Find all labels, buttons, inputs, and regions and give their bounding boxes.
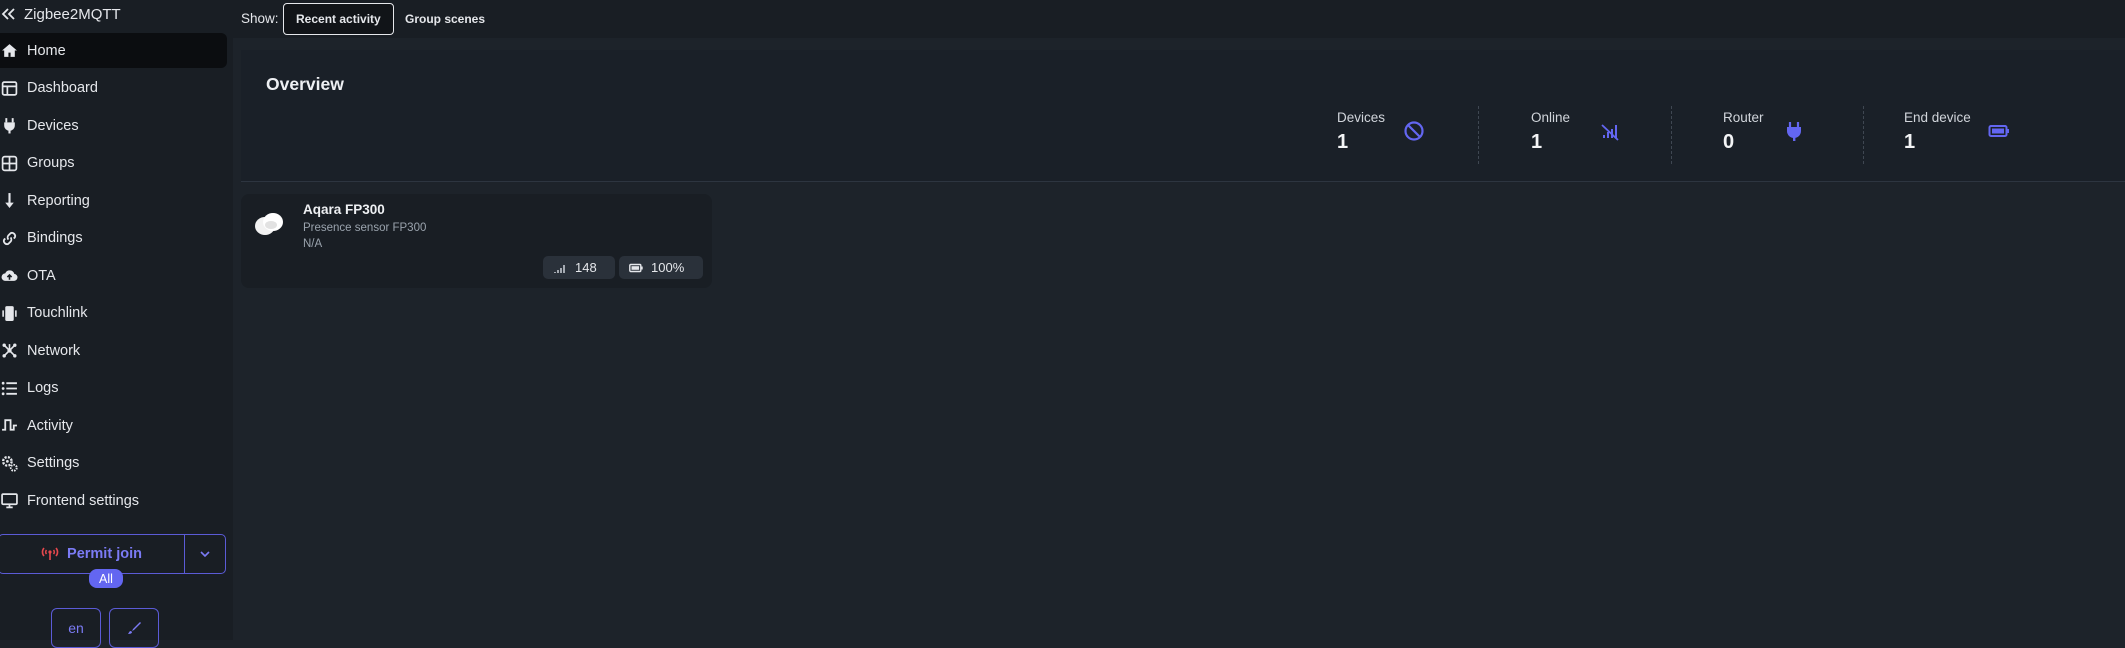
stat-value: 0 xyxy=(1723,131,1735,153)
sidebar-item-label: Touchlink xyxy=(27,305,88,321)
antenna-icon xyxy=(41,547,59,560)
sidebar-item-label: Reporting xyxy=(27,192,90,209)
signal-icon xyxy=(554,264,565,273)
permit-join-group: Permit join xyxy=(0,534,226,574)
sidebar-item-label: Logs xyxy=(27,380,59,396)
app-title: Zigbee2MQTT xyxy=(24,5,121,23)
sidebar-item-home[interactable]: Home xyxy=(0,33,227,68)
device-card[interactable]: Aqara FP300 Presence sensor FP300 N/A 14… xyxy=(241,194,712,288)
brush-icon xyxy=(128,622,141,634)
activity-icon xyxy=(0,416,19,435)
sidebar-item-label: Network xyxy=(27,342,81,359)
network-icon xyxy=(0,341,19,360)
gears-icon xyxy=(0,454,19,473)
sidebar-item-label: OTA xyxy=(27,267,56,284)
permit-join-button[interactable]: Permit join xyxy=(0,535,185,573)
sidebar-item-label: Bindings xyxy=(27,230,83,246)
sidebar-item-devices[interactable]: Devices xyxy=(0,108,227,143)
cloud-upload-icon xyxy=(0,266,19,285)
device-location: N/A xyxy=(303,238,323,250)
sidebar-nav: Home Dashboard Devices Groups Reporting … xyxy=(0,33,227,521)
groups-icon xyxy=(0,154,19,173)
chevron-down-icon xyxy=(200,551,210,558)
theme-button[interactable] xyxy=(109,608,159,648)
battery-icon xyxy=(1986,118,2012,144)
list-icon xyxy=(0,379,19,398)
stat-value: 1 xyxy=(1531,131,1543,153)
language-button[interactable]: en xyxy=(51,608,101,648)
lqi-badge: 148 xyxy=(543,256,615,279)
sidebar-item-label: Activity xyxy=(27,417,73,434)
collapse-icon[interactable] xyxy=(0,6,16,22)
dashboard-icon xyxy=(0,79,19,98)
sidebar-item-groups[interactable]: Groups xyxy=(0,146,227,181)
brand[interactable]: Zigbee2MQTT xyxy=(0,3,121,25)
sidebar-item-label: Dashboard xyxy=(27,80,98,96)
sidebar-item-touchlink[interactable]: Touchlink xyxy=(0,296,227,331)
top-bar xyxy=(233,0,2125,38)
lqi-value: 148 xyxy=(575,260,597,275)
device-image xyxy=(255,213,283,235)
permit-join-label: Permit join xyxy=(67,546,142,562)
sidebar-item-network[interactable]: Network xyxy=(0,333,227,368)
overview-panel: Overview Devices 1 Online 1 Router 0 End… xyxy=(241,50,2125,182)
sidebar-item-logs[interactable]: Logs xyxy=(0,371,227,406)
stat-label: Router xyxy=(1723,110,1764,125)
touchlink-icon xyxy=(0,304,19,323)
sidebar-item-activity[interactable]: Activity xyxy=(0,408,227,443)
overview-title: Overview xyxy=(266,74,344,94)
monitor-icon xyxy=(0,491,19,510)
sidebar-item-label: Frontend settings xyxy=(27,492,140,509)
home-icon xyxy=(0,41,19,60)
stat-divider xyxy=(1671,106,1672,164)
device-description: Presence sensor FP300 xyxy=(303,222,427,234)
sidebar-item-reporting[interactable]: Reporting xyxy=(0,183,227,218)
sidebar-item-frontend-settings[interactable]: Frontend settings xyxy=(0,483,227,518)
arrow-down-icon xyxy=(0,191,19,210)
sidebar-item-ota[interactable]: OTA xyxy=(0,258,227,293)
permit-target-badge: All xyxy=(89,569,123,588)
link-icon xyxy=(0,229,19,248)
sidebar: Zigbee2MQTT Home Dashboard Devices Group… xyxy=(0,0,233,648)
stat-divider xyxy=(1863,106,1864,164)
sidebar-item-label: Settings xyxy=(27,455,80,471)
stat-label: Devices xyxy=(1337,110,1386,125)
stat-label: End device xyxy=(1904,110,1971,125)
stat-label: Online xyxy=(1531,110,1571,125)
plug-icon xyxy=(0,116,19,135)
permit-join-dropdown[interactable] xyxy=(185,535,225,573)
signal-off-icon xyxy=(1597,118,1623,144)
battery-value: 100% xyxy=(651,260,685,275)
battery-icon xyxy=(629,263,643,272)
stat-divider xyxy=(1478,106,1479,164)
sidebar-item-dashboard[interactable]: Dashboard xyxy=(0,71,227,106)
sidebar-item-label: Devices xyxy=(27,117,79,134)
tab-group-scenes[interactable]: Group scenes xyxy=(393,3,497,35)
stat-value: 1 xyxy=(1904,131,1916,153)
tab-recent-activity[interactable]: Recent activity xyxy=(283,3,394,35)
show-label: Show: xyxy=(241,11,279,26)
sidebar-item-settings[interactable]: Settings xyxy=(0,446,227,481)
ban-icon xyxy=(1401,118,1427,144)
sidebar-item-bindings[interactable]: Bindings xyxy=(0,221,227,256)
plug-icon xyxy=(1781,118,1807,144)
battery-badge: 100% xyxy=(619,256,703,279)
sidebar-item-label: Groups xyxy=(27,155,75,171)
device-name[interactable]: Aqara FP300 xyxy=(303,202,385,217)
stat-value: 1 xyxy=(1337,131,1349,153)
sidebar-item-label: Home xyxy=(27,42,66,59)
